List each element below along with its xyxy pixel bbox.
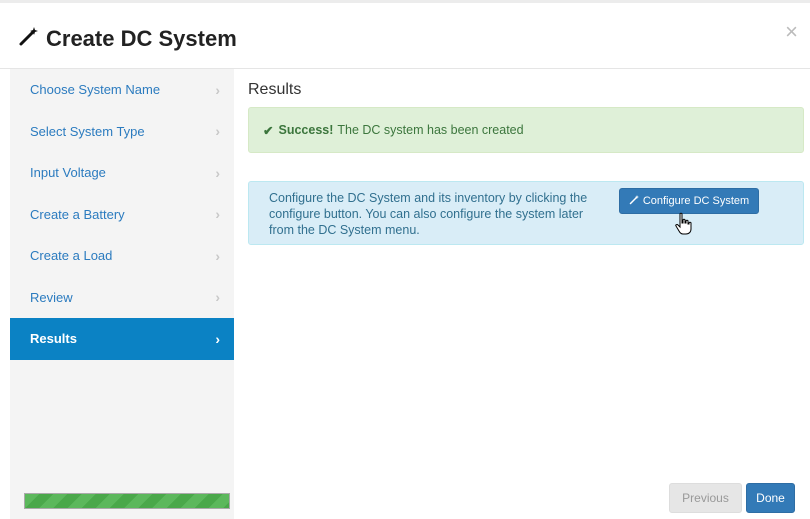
done-button[interactable]: Done xyxy=(746,483,795,513)
create-dc-system-dialog: Create DC System × Choose System Name › Se… xyxy=(0,0,810,519)
sidebar-item-results[interactable]: Results › xyxy=(10,318,234,360)
page-title: Results xyxy=(248,81,302,98)
magic-wand-icon xyxy=(629,194,640,208)
success-message: The DC system has been created xyxy=(337,123,524,137)
hand-pointer-icon xyxy=(675,212,692,235)
close-icon[interactable]: × xyxy=(785,21,798,43)
chevron-right-icon: › xyxy=(215,206,220,223)
chevron-right-icon: › xyxy=(215,81,220,98)
dialog-header: Create DC System × xyxy=(0,3,810,69)
info-text: Configure the DC System and its inventor… xyxy=(269,191,588,237)
sidebar-item-create-a-battery[interactable]: Create a Battery › xyxy=(10,194,234,236)
success-strong: Success! xyxy=(278,123,334,137)
sidebar-item-choose-system-name[interactable]: Choose System Name › xyxy=(10,69,234,111)
main-panel: Results ✔ Success! The DC system has bee… xyxy=(248,69,804,519)
chevron-right-icon: › xyxy=(215,164,220,181)
info-alert: Configure the DC System and its inventor… xyxy=(248,181,804,245)
sidebar-item-label: Results xyxy=(30,331,77,347)
magic-wand-icon xyxy=(18,25,40,53)
chevron-right-icon: › xyxy=(215,247,220,264)
success-alert: ✔ Success! The DC system has been create… xyxy=(248,107,804,153)
check-icon: ✔ xyxy=(263,123,274,138)
sidebar-item-input-voltage[interactable]: Input Voltage › xyxy=(10,152,234,194)
sidebar-item-label: Create a Battery xyxy=(30,206,125,222)
sidebar-item-review[interactable]: Review › xyxy=(10,277,234,319)
sidebar-item-label: Review xyxy=(30,289,73,305)
chevron-right-icon: › xyxy=(215,289,220,306)
chevron-right-icon: › xyxy=(215,123,220,140)
sidebar-item-label: Create a Load xyxy=(30,248,113,264)
sidebar-item-label: Select System Type xyxy=(30,123,145,139)
configure-dc-system-button[interactable]: Configure DC System xyxy=(619,188,759,214)
wizard-progress-bar xyxy=(24,493,230,509)
dialog-title: Create DC System xyxy=(18,25,237,53)
sidebar-item-label: Choose System Name xyxy=(30,82,161,98)
chevron-right-icon: › xyxy=(215,330,220,347)
configure-button-label: Configure DC System xyxy=(642,195,750,207)
wizard-sidebar: Choose System Name › Select System Type › In… xyxy=(10,69,234,519)
previous-button[interactable]: Previous xyxy=(669,483,742,513)
sidebar-item-create-a-load[interactable]: Create a Load › xyxy=(10,235,234,277)
sidebar-item-label: Input Voltage xyxy=(30,165,106,181)
sidebar-item-select-system-type[interactable]: Select System Type › xyxy=(10,111,234,153)
dialog-title-text: Create DC System xyxy=(46,26,237,51)
